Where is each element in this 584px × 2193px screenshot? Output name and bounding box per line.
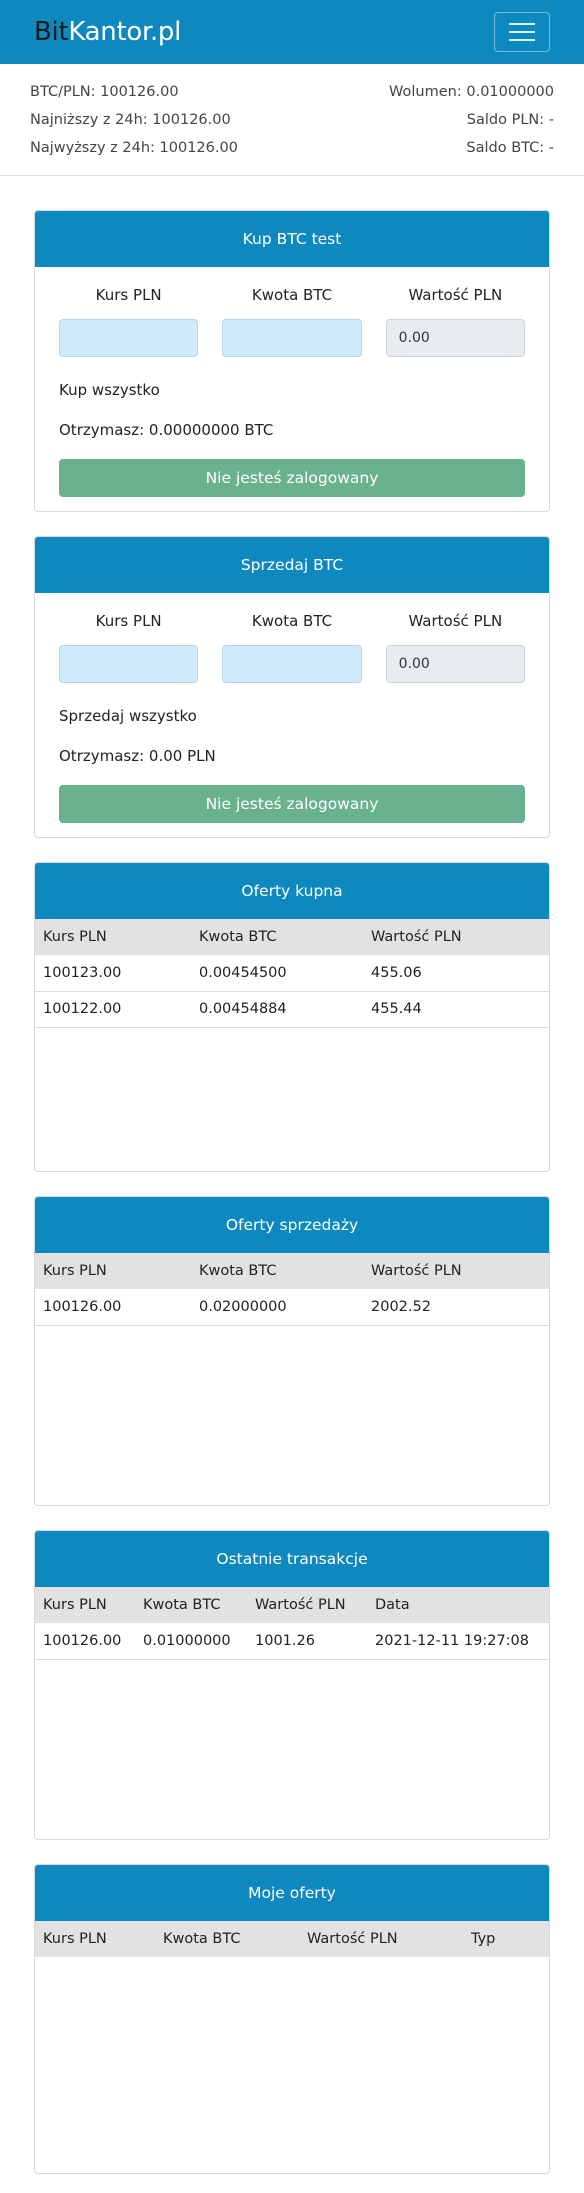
sell-offers-card: Oferty sprzedaży Kurs PLN Kwota BTC Wart… xyxy=(34,1196,550,1506)
saldo-btc: Saldo BTC: - xyxy=(466,140,554,156)
buy-value-field xyxy=(385,319,525,357)
transactions-card: Ostatnie transakcje Kurs PLN Kwota BTC W… xyxy=(34,1530,550,1840)
sell-rate-input[interactable] xyxy=(59,645,199,683)
sell-receive-text: Otrzymasz: 0.00 PLN xyxy=(59,747,216,765)
column-header: Kwota BTC xyxy=(191,1253,363,1289)
column-header: Kwota BTC xyxy=(135,1587,247,1623)
hamburger-icon xyxy=(509,23,535,25)
sell-card: Sprzedaj BTC Kurs PLN Kwota BTC Wartość … xyxy=(34,536,550,838)
saldo-pln: Saldo PLN: - xyxy=(466,112,554,128)
brand-part1: Bit xyxy=(34,17,69,47)
column-header: Kurs PLN xyxy=(35,1921,155,1957)
market-stats: BTC/PLN: 100126.00 Wolumen: 0.01000000 N… xyxy=(0,64,584,176)
buy-login-button[interactable]: Nie jesteś zalogowany xyxy=(59,459,525,497)
my-offers-title: Moje oferty xyxy=(35,1865,549,1921)
sell-value-field xyxy=(385,645,525,683)
high-24h: Najwyższy z 24h: 100126.00 xyxy=(30,140,238,156)
volume: Wolumen: 0.01000000 xyxy=(389,84,554,100)
sell-rate-label: Kurs PLN xyxy=(95,612,162,630)
low-24h: Najniższy z 24h: 100126.00 xyxy=(30,112,231,128)
table-row[interactable]: 100126.00 0.01000000 1001.26 2021-12-11 … xyxy=(35,1623,549,1660)
column-header: Wartość PLN xyxy=(363,1253,549,1289)
column-header: Kurs PLN xyxy=(35,919,191,955)
column-header: Kurs PLN xyxy=(35,1587,135,1623)
buy-rate-label: Kurs PLN xyxy=(95,286,162,304)
buy-card: Kup BTC test Kurs PLN Kwota BTC Wartość … xyxy=(34,210,550,512)
my-offers-card: Moje oferty Kurs PLN Kwota BTC Wartość P… xyxy=(34,1864,550,2174)
brand-logo[interactable]: BitKantor.pl xyxy=(34,17,181,47)
sell-offers-title: Oferty sprzedaży xyxy=(35,1197,549,1253)
sell-card-title: Sprzedaj BTC xyxy=(35,537,549,593)
column-header: Data xyxy=(367,1587,549,1623)
column-header: Wartość PLN xyxy=(299,1921,463,1957)
column-header: Typ xyxy=(463,1921,549,1957)
sell-login-button[interactable]: Nie jesteś zalogowany xyxy=(59,785,525,823)
buy-value-label: Wartość PLN xyxy=(408,286,503,304)
sell-offers-table: Kurs PLN Kwota BTC Wartość PLN 100126.00… xyxy=(35,1253,549,1326)
buy-all-link[interactable]: Kup wszystko xyxy=(59,379,525,401)
buy-rate-input[interactable] xyxy=(59,319,199,357)
buy-receive-text: Otrzymasz: 0.00000000 BTC xyxy=(59,421,274,439)
my-offers-table: Kurs PLN Kwota BTC Wartość PLN Typ xyxy=(35,1921,549,1957)
menu-toggle-button[interactable] xyxy=(494,12,550,52)
buy-offers-table: Kurs PLN Kwota BTC Wartość PLN 100123.00… xyxy=(35,919,549,1028)
table-row[interactable]: 100126.00 0.02000000 2002.52 xyxy=(35,1289,549,1326)
sell-all-link[interactable]: Sprzedaj wszystko xyxy=(59,705,525,727)
column-header: Wartość PLN xyxy=(363,919,549,955)
buy-offers-title: Oferty kupna xyxy=(35,863,549,919)
buy-amount-label: Kwota BTC xyxy=(251,286,333,304)
column-header: Kwota BTC xyxy=(155,1921,299,1957)
column-header: Kurs PLN xyxy=(35,1253,191,1289)
table-row[interactable]: 100122.00 0.00454884 455.44 xyxy=(35,991,549,1028)
buy-offers-card: Oferty kupna Kurs PLN Kwota BTC Wartość … xyxy=(34,862,550,1172)
brand-part2: Kantor.pl xyxy=(68,17,182,47)
transactions-title: Ostatnie transakcje xyxy=(35,1531,549,1587)
column-header: Wartość PLN xyxy=(247,1587,367,1623)
btc-pln-rate: BTC/PLN: 100126.00 xyxy=(30,84,179,100)
sell-value-label: Wartość PLN xyxy=(408,612,503,630)
buy-amount-input[interactable] xyxy=(222,319,362,357)
table-row[interactable]: 100123.00 0.00454500 455.06 xyxy=(35,955,549,992)
sell-amount-input[interactable] xyxy=(222,645,362,683)
buy-card-title: Kup BTC test xyxy=(35,211,549,267)
navbar: BitKantor.pl xyxy=(0,0,584,64)
column-header: Kwota BTC xyxy=(191,919,363,955)
sell-amount-label: Kwota BTC xyxy=(251,612,333,630)
transactions-table: Kurs PLN Kwota BTC Wartość PLN Data 1001… xyxy=(35,1587,549,1660)
